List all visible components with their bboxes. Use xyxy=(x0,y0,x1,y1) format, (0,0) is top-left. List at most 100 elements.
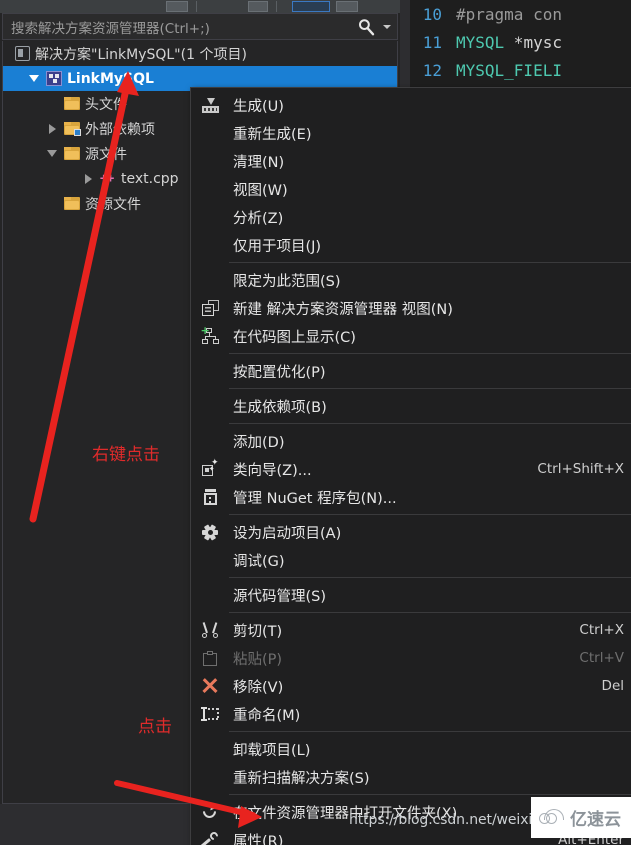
menu-item-unload-project[interactable]: 卸载项目(L) xyxy=(191,735,631,763)
code-token-type: MYSQL_FIELI xyxy=(456,60,562,80)
toolbar-properties-button[interactable] xyxy=(336,1,358,12)
menu-item-label: 在代码图上显示(C) xyxy=(233,329,356,346)
menu-item-new-solution-explorer-view[interactable]: 新建 解决方案资源管理器 视图(N) xyxy=(191,294,631,322)
wrench-icon xyxy=(191,830,229,845)
annotation-right-click-label: 右键点击 xyxy=(92,445,160,465)
menu-item-label: 重新扫描解决方案(S) xyxy=(233,770,370,787)
menu-item-class-wizard[interactable]: ✦ ✦ 类向导(Z)... Ctrl+Shift+X xyxy=(191,455,631,483)
menu-item-debug[interactable]: 调试(G) xyxy=(191,546,631,574)
menu-separator xyxy=(229,794,631,795)
menu-item-rescan-solution[interactable]: 重新扫描解决方案(S) xyxy=(191,763,631,791)
menu-separator xyxy=(229,514,631,515)
menu-item-remove[interactable]: 移除(V) Del xyxy=(191,672,631,700)
menu-item-build-dependencies[interactable]: 生成依赖项(B) xyxy=(191,392,631,420)
menu-item-label: 分析(Z) xyxy=(233,210,284,227)
toolbar-separator xyxy=(276,1,277,12)
menu-item-label: 移除(V) xyxy=(233,679,284,696)
chevron-down-icon xyxy=(383,24,391,29)
toolbar-show-all-files-button[interactable] xyxy=(292,1,330,12)
code-token-pragma: #pragma xyxy=(456,4,534,24)
menu-item-manage-nuget-packages[interactable]: 管理 NuGet 程序包(N)... xyxy=(191,483,631,511)
menu-item-label: 按配置优化(P) xyxy=(233,364,326,381)
nuget-icon xyxy=(191,489,229,505)
menu-item-rename[interactable]: 重命名(M) xyxy=(191,700,631,728)
menu-item-shortcut: Ctrl+V xyxy=(579,650,624,666)
menu-separator xyxy=(229,423,631,424)
menu-item-add[interactable]: 添加(D) xyxy=(191,427,631,455)
tree-item-label: LinkMySQL xyxy=(67,70,154,87)
menu-item-label: 生成依赖项(B) xyxy=(233,399,327,416)
expander-down-icon[interactable] xyxy=(43,150,61,157)
tree-item-label: 解决方案"LinkMySQL"(1 个项目) xyxy=(35,46,247,63)
code-editor[interactable]: 10 #pragma con 11 MYSQL *mysc 12 MYSQL_F… xyxy=(410,0,631,88)
search-icon[interactable] xyxy=(351,18,381,36)
cloud-icon xyxy=(539,809,565,826)
toolbar-home-button[interactable] xyxy=(166,1,188,12)
line-number: 11 xyxy=(422,32,442,52)
menu-item-source-control[interactable]: 源代码管理(S) xyxy=(191,581,631,609)
search-input[interactable]: 搜索解决方案资源管理器(Ctrl+;) xyxy=(3,17,351,37)
menu-item-label: 管理 NuGet 程序包(N)... xyxy=(233,490,397,507)
menu-item-clean[interactable]: 清理(N) xyxy=(191,147,631,175)
search-dropdown-button[interactable] xyxy=(381,24,397,29)
editor-gutter-gap xyxy=(400,0,410,88)
menu-item-rebuild[interactable]: 重新生成(E) xyxy=(191,119,631,147)
search-bar[interactable]: 搜索解决方案资源管理器(Ctrl+;) xyxy=(2,13,398,40)
line-number: 10 xyxy=(422,4,442,24)
tree-row-solution[interactable]: 解决方案"LinkMySQL"(1 个项目) xyxy=(3,41,397,66)
expander-down-icon[interactable] xyxy=(25,75,43,82)
menu-item-label: 重命名(M) xyxy=(233,707,301,724)
annotation-click-label: 点击 xyxy=(138,717,172,737)
menu-item-label: 添加(D) xyxy=(233,434,285,451)
line-number: 12 xyxy=(422,60,442,80)
menu-item-show-on-code-map[interactable]: + 在代码图上显示(C) xyxy=(191,322,631,350)
code-text: MYSQL_FIELI xyxy=(456,61,562,80)
menu-item-shortcut: Ctrl+X xyxy=(579,622,624,638)
menu-item-set-as-startup-project[interactable]: 设为启动项目(A) xyxy=(191,518,631,546)
toolbar-separator xyxy=(196,1,197,12)
build-icon xyxy=(191,97,229,113)
menu-item-project-only[interactable]: 仅用于项目(J) xyxy=(191,231,631,259)
new-view-icon xyxy=(191,300,229,316)
toolbar-refresh-button[interactable] xyxy=(248,1,268,12)
search-icon-svg xyxy=(359,18,375,35)
menu-item-label: 类向导(Z)... xyxy=(233,462,312,479)
menu-item-shortcut: Ctrl+Shift+X xyxy=(537,461,624,477)
menu-item-cut[interactable]: 剪切(T) Ctrl+X xyxy=(191,616,631,644)
menu-item-label: 剪切(T) xyxy=(233,623,283,640)
menu-separator xyxy=(229,388,631,389)
menu-item-label: 限定为此范围(S) xyxy=(233,273,341,290)
menu-item-label: 生成(U) xyxy=(233,98,284,115)
code-text: MYSQL *mysc xyxy=(456,33,562,52)
watermark-logo-text: 亿速云 xyxy=(570,810,621,830)
menu-item-label: 清理(N) xyxy=(233,154,285,171)
solution-explorer-toolbar[interactable] xyxy=(0,0,400,13)
tree-item-label: 源文件 xyxy=(85,146,127,163)
tree-item-label: 头文件 xyxy=(85,96,127,113)
menu-item-scope-to-this[interactable]: 限定为此范围(S) xyxy=(191,266,631,294)
folder-ref-icon xyxy=(61,122,83,136)
menu-item-label: 源代码管理(S) xyxy=(233,588,327,605)
menu-separator xyxy=(229,262,631,263)
expander-right-icon[interactable] xyxy=(79,173,97,184)
menu-item-label: 粘贴(P) xyxy=(233,651,283,668)
code-line: 11 MYSQL *mysc xyxy=(410,28,631,56)
cpp-file-icon: + + xyxy=(100,170,115,185)
menu-item-shortcut: Del xyxy=(601,678,624,694)
expander-right-icon[interactable] xyxy=(43,123,61,134)
project-context-menu[interactable]: 生成(U) 重新生成(E) 清理(N) 视图(W) 分析(Z) 仅用于项目(J) xyxy=(190,87,631,845)
menu-item-label: 调试(G) xyxy=(233,553,285,570)
folder-icon xyxy=(61,147,83,160)
menu-item-view[interactable]: 视图(W) xyxy=(191,175,631,203)
code-token-con: con xyxy=(533,4,562,24)
menu-item-analyze[interactable]: 分析(Z) xyxy=(191,203,631,231)
menu-item-label: 重新生成(E) xyxy=(233,126,312,143)
project-icon xyxy=(43,71,65,86)
menu-item-label: 设为启动项目(A) xyxy=(233,525,342,542)
folder-icon xyxy=(61,97,83,110)
scissors-icon xyxy=(191,622,229,638)
paste-icon xyxy=(191,650,229,666)
menu-item-build[interactable]: 生成(U) xyxy=(191,91,631,119)
watermark-url: https://blog.csdn.net/weixi xyxy=(349,812,533,828)
menu-item-profile-guided-optimization[interactable]: 按配置优化(P) xyxy=(191,357,631,385)
